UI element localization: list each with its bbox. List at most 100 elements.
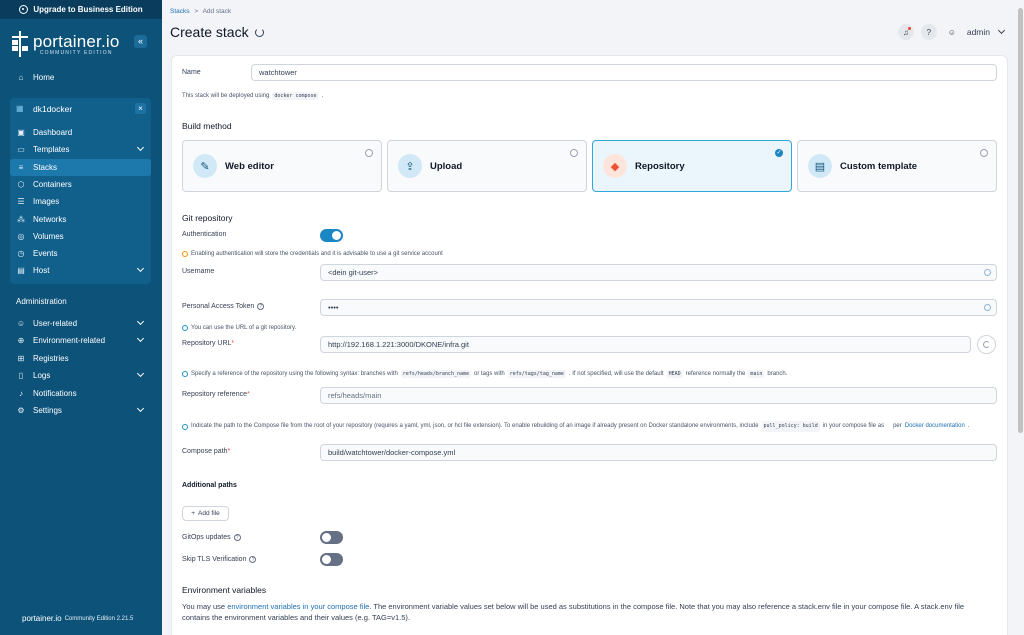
sidebar-item-containers[interactable]: ⬡ Containers xyxy=(10,176,151,193)
radio-web-editor[interactable] xyxy=(365,149,373,157)
sidebar-item-dashboard[interactable]: ▣ Dashboard xyxy=(10,124,151,141)
chevron-down-icon xyxy=(136,404,145,413)
page-title-row: Create stack xyxy=(170,24,264,40)
help-icon[interactable]: ? xyxy=(257,303,265,310)
breadcrumb-current: Add stack xyxy=(202,8,232,15)
sidebar-item-environment-related[interactable]: ⊕ Environment-related xyxy=(10,332,151,349)
environment-variables-description: You may use environment variables in you… xyxy=(182,602,965,622)
breadcrumb-separator: > xyxy=(194,8,199,15)
sidebar-item-home[interactable]: ⌂ Home xyxy=(10,69,151,86)
sidebar-footer: portainer.io Community Edition 2.21.5 xyxy=(22,614,133,623)
breadcrumb-stacks-link[interactable]: Stacks xyxy=(170,8,190,15)
images-icon: ☰ xyxy=(17,197,25,206)
refresh-refs-button[interactable] xyxy=(977,335,996,354)
skip-tls-toggle[interactable] xyxy=(320,553,343,566)
sidebar-item-label: Home xyxy=(33,73,55,82)
chevron-down-icon[interactable] xyxy=(997,26,1006,35)
info-icon xyxy=(182,371,188,377)
collapse-sidebar-button[interactable]: « xyxy=(134,35,147,48)
gitops-toggle[interactable] xyxy=(320,531,343,544)
repo-url-label: Repository URL* xyxy=(182,340,235,347)
build-method-custom-template[interactable]: ▤ Custom template xyxy=(797,140,997,192)
scrollbar-thumb[interactable] xyxy=(1018,8,1023,433)
users-icon: ☺ xyxy=(16,319,26,328)
build-method-web-editor[interactable]: ✎ Web editor xyxy=(182,140,382,192)
logo[interactable]: portainer.io COMMUNITY EDITION « xyxy=(10,29,152,59)
notification-dot xyxy=(907,27,911,30)
gitops-label: GitOps updates? xyxy=(182,534,241,541)
logs-icon: ▯ xyxy=(18,371,24,380)
sidebar-item-stacks[interactable]: ≡ Stacks xyxy=(10,159,151,176)
sidebar-item-logs[interactable]: ▯ Logs xyxy=(10,367,151,384)
sidebar-item-templates[interactable]: ▭ Templates xyxy=(10,141,151,158)
sidebar-item-registries[interactable]: ⊞ Registries xyxy=(10,350,151,367)
sidebar-item-settings[interactable]: ⚙ Settings xyxy=(10,402,151,419)
notifications-button[interactable]: ♫ xyxy=(897,24,914,40)
name-label: Name xyxy=(182,69,201,76)
sidebar-item-volumes[interactable]: ◎ Volumes xyxy=(10,228,151,245)
add-file-button[interactable]: + Add file xyxy=(182,506,229,521)
sidebar-item-host[interactable]: ▤ Host xyxy=(10,262,151,279)
build-method-upload[interactable]: ⇪ Upload xyxy=(387,140,587,192)
user-avatar[interactable]: ☺ xyxy=(944,24,960,40)
page-title: Create stack xyxy=(170,24,249,40)
edit-icon: ✎ xyxy=(193,154,217,178)
password-manager-icon[interactable] xyxy=(984,304,991,311)
administration-label: Administration xyxy=(16,297,67,306)
volumes-icon: ◎ xyxy=(17,232,25,241)
info-icon xyxy=(182,325,188,331)
stacks-icon: ≡ xyxy=(18,163,24,172)
help-icon[interactable]: ? xyxy=(233,534,241,541)
radio-custom-template[interactable] xyxy=(980,149,988,157)
password-manager-icon[interactable] xyxy=(984,269,991,276)
repo-url-input[interactable]: http://192.168.1.221:3000/DKONE/infra.gi… xyxy=(320,336,971,353)
sidebar-item-networks[interactable]: ⁂ Networks xyxy=(10,211,151,228)
close-environment-button[interactable]: × xyxy=(135,103,146,114)
help-button[interactable]: ? xyxy=(920,24,937,40)
repo-ref-label: Repository reference* xyxy=(182,391,250,398)
radio-repository[interactable]: ✓ xyxy=(775,149,783,157)
username-label: Username xyxy=(182,268,215,275)
environment-variables-link[interactable]: environment variables in your compose fi… xyxy=(227,602,369,611)
url-help: You can use the URL of a git repository. xyxy=(182,325,296,331)
environment-variables-title: Environment variables xyxy=(182,585,267,595)
sidebar-item-images[interactable]: ☰ Images xyxy=(10,193,151,210)
authentication-toggle[interactable] xyxy=(320,229,343,242)
name-input[interactable]: watchtower xyxy=(251,64,997,81)
refresh-icon xyxy=(983,341,990,348)
events-icon: ◷ xyxy=(17,249,25,258)
sidebar-item-events[interactable]: ◷ Events xyxy=(10,245,151,262)
host-icon: ▤ xyxy=(17,266,25,275)
templates-icon: ▭ xyxy=(17,145,25,154)
upgrade-icon xyxy=(19,5,29,14)
refresh-icon[interactable] xyxy=(254,27,264,37)
sidebar-item-user-related[interactable]: ☺ User-related xyxy=(10,315,151,332)
pat-input[interactable]: •••• xyxy=(320,299,997,316)
dashboard-icon: ▣ xyxy=(17,128,25,137)
git-repository-title: Git repository xyxy=(182,213,233,223)
user-name[interactable]: admin xyxy=(967,27,990,37)
info-icon xyxy=(182,423,188,430)
upgrade-label: Upgrade to Business Edition xyxy=(33,5,143,14)
upgrade-banner[interactable]: Upgrade to Business Edition xyxy=(0,0,162,19)
help-icon[interactable]: ? xyxy=(249,556,257,563)
git-icon: ◆ xyxy=(603,154,627,178)
repo-ref-input[interactable]: refs/heads/main xyxy=(320,387,997,404)
sidebar-item-notifications[interactable]: ♪ Notifications xyxy=(10,385,151,402)
portainer-logo-icon xyxy=(10,31,30,57)
build-method-repository[interactable]: ◆ Repository ✓ xyxy=(592,140,792,192)
username-input[interactable]: <dein git-user> xyxy=(320,264,997,281)
radio-upload[interactable] xyxy=(570,149,578,157)
breadcrumb: Stacks > Add stack xyxy=(170,8,231,15)
environment-icon: ⊕ xyxy=(17,336,25,345)
compose-path-input[interactable]: build/watchtower/docker-compose.yml xyxy=(320,444,997,461)
skip-tls-label: Skip TLS Verification? xyxy=(182,556,257,563)
chevron-down-icon xyxy=(136,143,145,152)
environment-header[interactable]: ▦ dk1docker × xyxy=(10,101,151,116)
docker-documentation-link[interactable]: Docker documentation xyxy=(905,422,965,431)
auth-warning: Enabling authentication will store the c… xyxy=(182,251,443,257)
environment-name: dk1docker xyxy=(33,103,73,114)
containers-icon: ⬡ xyxy=(17,180,25,189)
page-scrollbar[interactable] xyxy=(1017,0,1024,635)
user-icon: ☺ xyxy=(947,27,956,37)
